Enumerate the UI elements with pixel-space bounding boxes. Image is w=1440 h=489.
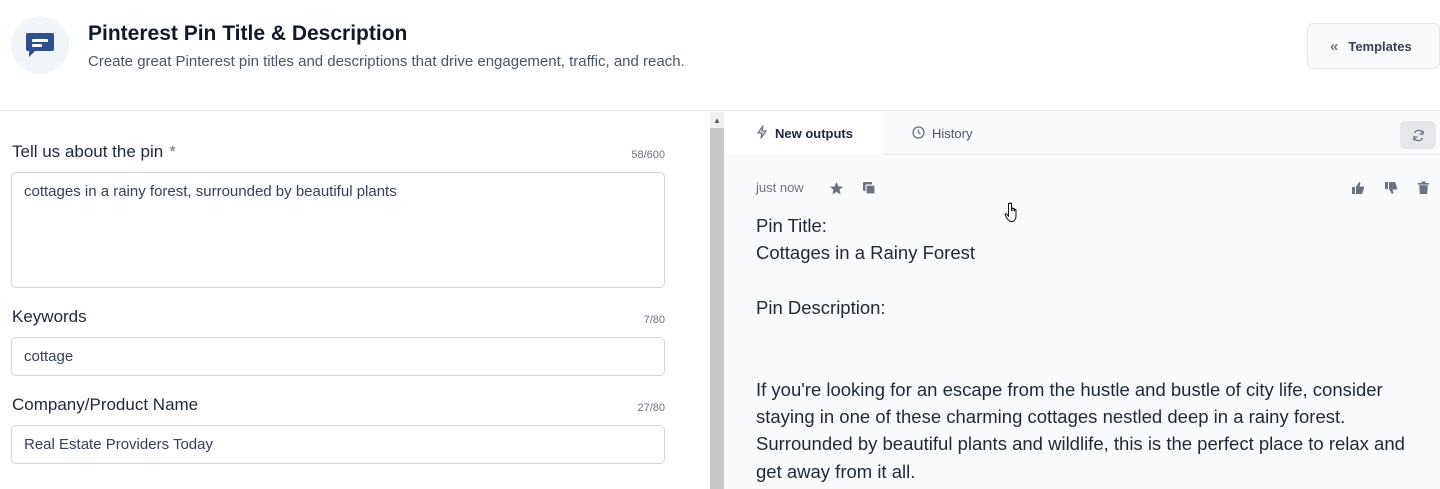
tab-history-label: History xyxy=(932,126,973,141)
refresh-button[interactable] xyxy=(1400,121,1436,149)
copy-icon[interactable] xyxy=(860,179,878,197)
company-label: Company/Product Name xyxy=(12,395,199,414)
refresh-icon xyxy=(1412,129,1424,141)
thumbs-up-icon[interactable] xyxy=(1349,179,1367,197)
company-char-counter: 27/80 xyxy=(637,402,665,414)
star-icon[interactable] xyxy=(827,179,845,197)
trash-icon[interactable] xyxy=(1414,179,1432,197)
tab-new-outputs-label: New outputs xyxy=(775,126,853,141)
keywords-input[interactable]: cottage xyxy=(11,337,665,376)
pin-char-counter: 58/600 xyxy=(631,149,665,161)
page-subtitle: Create great Pinterest pin titles and de… xyxy=(88,53,685,70)
clock-icon xyxy=(912,125,925,142)
pin-label-text: Tell us about the pin xyxy=(12,142,164,161)
templates-button-label: Templates xyxy=(1348,38,1412,54)
input-form-panel: Tell us about the pin * 58/600 cottages i… xyxy=(0,112,710,489)
pin-description-textarea[interactable]: cottages in a rainy forest, surrounded b… xyxy=(11,172,665,288)
tab-history[interactable]: History xyxy=(912,112,972,155)
pin-field-label: Tell us about the pin * xyxy=(12,142,176,162)
chevrons-left-icon: « xyxy=(1330,37,1339,55)
lightning-icon xyxy=(756,125,768,142)
keywords-label: Keywords xyxy=(12,307,87,326)
hand-cursor-icon xyxy=(1004,202,1017,223)
output-timestamp: just now xyxy=(756,180,804,195)
chat-icon xyxy=(26,33,54,57)
scroll-up-arrow-icon[interactable]: ▲ xyxy=(710,112,724,128)
keywords-char-counter: 7/80 xyxy=(643,314,665,326)
templates-button[interactable]: « Templates xyxy=(1307,23,1440,69)
company-input[interactable]: Real Estate Providers Today xyxy=(11,425,665,464)
vertical-scrollbar[interactable]: ▲ xyxy=(710,112,724,489)
tab-new-outputs[interactable]: New outputs xyxy=(724,112,883,155)
output-tabs: New outputs History xyxy=(724,112,1440,155)
page-header: Pinterest Pin Title & Description Create… xyxy=(0,0,1440,111)
output-panel: New outputs History just now Pin Title: … xyxy=(724,112,1440,489)
required-mark: * xyxy=(169,142,176,161)
thumbs-down-icon[interactable] xyxy=(1382,179,1400,197)
page-title: Pinterest Pin Title & Description xyxy=(88,22,408,45)
app-icon-container xyxy=(11,16,69,74)
generated-output-text: Pin Title: Cottages in a Rainy Forest Pi… xyxy=(756,215,1405,482)
